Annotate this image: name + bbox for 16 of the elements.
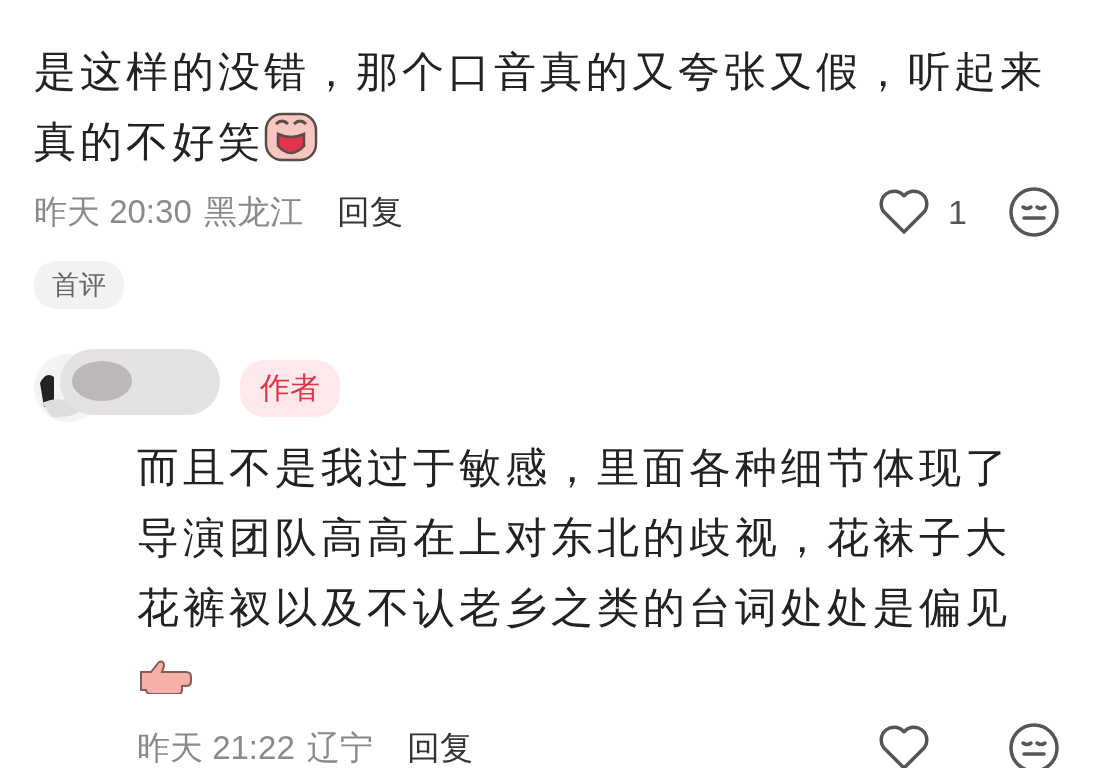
comment-location: 黑龙江 [203, 191, 303, 232]
comment-text: 是这样的没错，那个口音真的又夸张又假，听起来真的不好笑 [34, 47, 1047, 167]
comment-time: 昨天 20:30 [34, 191, 192, 232]
reply-button[interactable]: 回复 [336, 189, 403, 235]
neutral-face-icon[interactable] [1008, 186, 1060, 238]
heart-icon[interactable] [878, 188, 930, 236]
reply-button[interactable]: 回复 [406, 725, 473, 768]
comment-time: 昨天 21:22 [137, 727, 295, 768]
neutral-face-icon[interactable] [1008, 722, 1060, 768]
comment-location: 辽宁 [306, 727, 373, 768]
reply-text: 而且不是我过于敏感，里面各种细节体现了导演团队高高在上对东北的歧视，花袜子大花裤衩以及不认老乡之类的台词处处是偏见 [137, 433, 1022, 713]
first-comment-tag: 首评 [34, 261, 124, 309]
author-tag: 作者 [240, 359, 340, 417]
thumbs-up-icon [137, 658, 193, 694]
heart-icon[interactable] [878, 724, 930, 768]
like-count: 1 [948, 192, 967, 232]
